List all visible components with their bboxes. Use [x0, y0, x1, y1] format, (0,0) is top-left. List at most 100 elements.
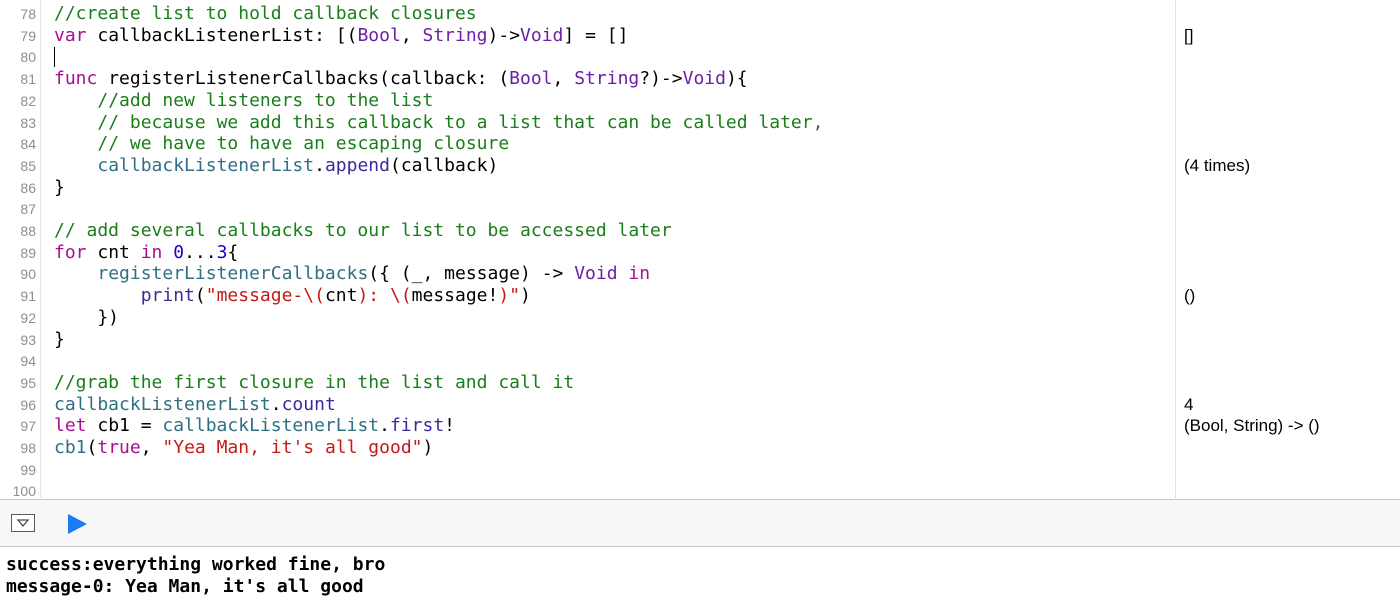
code-token: . [314, 154, 325, 176]
code-line[interactable]: //grab the first closure in the list and… [54, 372, 574, 394]
code-token: ): \( [357, 285, 412, 307]
code-token: in [140, 241, 163, 263]
line-number: 94 [20, 353, 36, 370]
code-token: (callback) [389, 154, 499, 176]
result-value[interactable]: (Bool, String) -> () [1184, 415, 1320, 437]
code-token: Bool [357, 24, 401, 46]
code-token: // add several callbacks to our list to … [54, 220, 672, 241]
line-number: 87 [20, 201, 36, 218]
code-token: . [379, 415, 390, 437]
code-token: 3 [216, 241, 228, 263]
code-line[interactable]: } [54, 177, 65, 199]
code-token: 0 [173, 241, 185, 263]
code-token: callbackListenerList [162, 415, 380, 437]
code-token: var [54, 24, 87, 46]
results-sidebar: [] (4 times) () 4 (Bool, String) -> () [1175, 0, 1400, 498]
code-token: message! [411, 285, 499, 307]
line-number: 81 [20, 71, 36, 88]
code-token: , [400, 24, 423, 46]
code-token: let [54, 415, 87, 437]
line-number: 82 [20, 92, 36, 109]
code-token: cnt [86, 241, 141, 263]
code-line[interactable]: registerListenerCallbacks({ (_, message)… [54, 263, 650, 285]
hide-debug-area-icon [16, 519, 30, 528]
code-line[interactable]: var callbackListenerList: [(Bool, String… [54, 25, 628, 47]
line-number: 88 [20, 223, 36, 239]
code-token: , [140, 437, 163, 458]
code-token: }) [54, 306, 120, 328]
code-token: cb1 [54, 437, 87, 458]
line-number: 83 [20, 114, 36, 131]
code-line[interactable]: cb1(true, "Yea Man, it's all good") [54, 437, 433, 459]
console-output: success:everything worked fine, bro messa… [0, 547, 1400, 615]
code-token: //add new listeners to the list [97, 89, 434, 111]
code-token: func [54, 68, 98, 90]
result-value[interactable]: (4 times) [1184, 155, 1250, 177]
code-token: cb1 = [86, 415, 163, 437]
code-line[interactable]: let cb1 = callbackListenerList.first! [54, 415, 455, 437]
code-line[interactable]: }) [54, 307, 119, 329]
code-token: , [552, 68, 575, 90]
line-number: 90 [20, 266, 36, 283]
code-line[interactable]: callbackListenerList.count [54, 394, 336, 416]
source-code-area[interactable]: //create list to hold callback closures v… [54, 0, 1164, 498]
line-number: 85 [20, 157, 36, 174]
debug-toolbar [0, 499, 1400, 547]
code-token: ( [86, 437, 98, 458]
code-token: registerListenerCallbacks(callback: ( [97, 68, 510, 90]
code-line[interactable]: print("message-\(cnt): \(message!)") [54, 285, 531, 307]
line-number: 91 [20, 288, 36, 305]
code-token: Bool [509, 68, 553, 90]
code-editor[interactable]: 78 79 80 81 82 83 84 85 86 87 88 89 90 91 92 93 94 95 96 97… [0, 0, 1400, 499]
line-number: 80 [20, 49, 36, 66]
code-line[interactable]: //create list to hold callback closures [54, 3, 477, 25]
play-icon [68, 514, 87, 534]
code-token: String [574, 68, 640, 90]
code-token: { [227, 241, 239, 263]
console-line: success:everything worked fine, bro [6, 554, 386, 575]
code-token: ] = [] [563, 24, 629, 46]
hide-debug-area-button[interactable] [11, 514, 35, 532]
code-token: //create list to hold callback closures [54, 3, 477, 24]
text-cursor [54, 47, 55, 68]
line-number: 99 [20, 461, 36, 478]
line-number: 92 [20, 309, 36, 326]
line-number: 95 [20, 374, 36, 391]
code-token: ) [422, 437, 434, 458]
code-token: cnt [324, 285, 358, 307]
line-number: 79 [20, 27, 36, 44]
result-value[interactable]: [] [1184, 25, 1193, 47]
code-line[interactable]: } [54, 329, 65, 351]
code-token: print [140, 285, 195, 307]
code-line[interactable]: for cnt in 0...3{ [54, 242, 238, 264]
code-token: in [628, 263, 651, 285]
code-token: true [97, 437, 141, 458]
code-line[interactable] [54, 46, 55, 68]
code-token: ){ [725, 68, 748, 90]
console-line: message-0: Yea Man, it's all good [6, 576, 364, 597]
code-line[interactable]: // add several callbacks to our list to … [54, 220, 672, 242]
code-token: ... [184, 241, 217, 263]
code-line[interactable]: // we have to have an escaping closure [54, 133, 509, 155]
code-token: )-> [487, 24, 521, 46]
line-number: 96 [20, 396, 36, 413]
code-line[interactable]: callbackListenerList.append(callback) [54, 155, 498, 177]
code-token: // we have to have an escaping closure [97, 133, 510, 155]
result-value[interactable]: () [1184, 285, 1195, 307]
code-token: Void [520, 24, 564, 46]
run-button[interactable] [66, 513, 88, 535]
code-token: Void [682, 68, 726, 90]
result-value[interactable]: 4 [1184, 394, 1193, 416]
code-token: append [324, 154, 390, 176]
code-line[interactable]: func registerListenerCallbacks(callback:… [54, 68, 748, 90]
line-number: 86 [20, 179, 36, 196]
line-number: 98 [20, 440, 36, 456]
code-line[interactable]: //add new listeners to the list [54, 90, 433, 112]
code-line[interactable]: // because we add this callback to a lis… [54, 112, 823, 134]
